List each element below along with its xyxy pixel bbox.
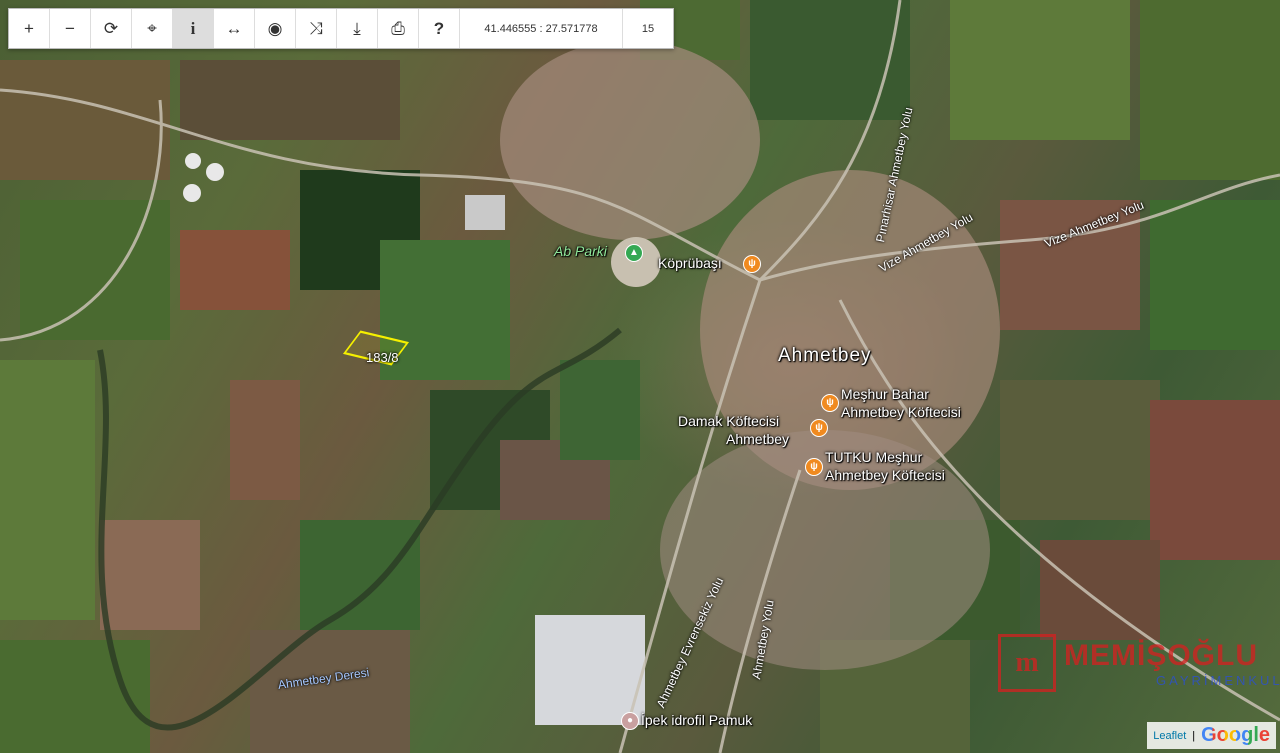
poi-label: Ahmetbey Köftecisi [841,404,961,420]
tank-shape [185,153,201,169]
poi-label: Ahmetbey [726,431,790,447]
parcel-label: 183/8 [366,350,399,365]
tank-shape [183,184,201,202]
download-button[interactable]: ⤓ [337,9,378,48]
brand-logo: m [998,634,1056,692]
shuffle-button[interactable]: ⤨ [296,9,337,48]
road-line [0,99,163,342]
bridge-label: Köprübaşı [658,255,722,271]
map-toolbar: + − ⟳ ⌖ i ↔ ◉ ⤨ ⤓ ⎙ ? 41.446555 : 27.571… [8,8,674,49]
map-attribution: Leaflet | Google [1147,722,1276,749]
locate-button[interactable]: ⌖ [132,9,173,48]
restaurant-icon[interactable]: ψ [743,255,761,273]
restaurant-icon[interactable]: ψ [821,394,839,412]
brand-name: MEMİŞOĞLU [1064,638,1258,672]
leaflet-link[interactable]: Leaflet [1153,730,1186,742]
print-button[interactable]: ⎙ [378,9,419,48]
view-button[interactable]: ◉ [255,9,296,48]
help-button[interactable]: ? [419,9,460,48]
crosshair-icon: ⌖ [147,18,157,38]
poi-label: Damak Köftecisi [678,413,780,429]
park-label: Ab Parki [554,243,607,259]
tank-shape [206,163,224,181]
info-icon: i [190,18,196,38]
road-line [759,173,1280,282]
coordinates-readout: 41.446555 : 27.571778 [460,9,623,48]
google-logo: Google [1201,724,1270,746]
refresh-icon: ⟳ [103,18,119,38]
measure-icon: ↔ [225,18,243,38]
restaurant-icon[interactable]: ψ [805,458,823,476]
brand-subtitle: GAYRİMENKUL [1156,672,1280,688]
download-icon: ⤓ [353,18,361,38]
measure-button[interactable]: ↔ [214,9,255,48]
brand-watermark: m MEMİŞOĞLU GAYRİMENKUL [998,634,1280,692]
poi-label: Ahmetbey Köftecisi [825,467,945,483]
road-line [618,279,762,753]
eye-icon: ◉ [267,18,283,38]
factory-icon[interactable]: ● [621,712,639,730]
park-icon[interactable]: ▲ [625,244,643,262]
zoom-in-button[interactable]: + [9,9,50,48]
help-icon: ? [433,18,445,38]
zoom-out-button[interactable]: − [50,9,91,48]
printer-icon: ⎙ [391,18,405,38]
plus-icon: + [24,18,34,38]
shuffle-icon: ⤨ [309,18,323,38]
refresh-button[interactable]: ⟳ [91,9,132,48]
minus-icon: − [65,18,75,38]
poi-label: Meşhur Bahar [841,386,929,402]
factory-label: İpek idrofil Pamuk [641,712,753,728]
info-button[interactable]: i [173,9,214,48]
town-label: Ahmetbey [778,345,872,366]
separator: | [1192,729,1196,742]
restaurant-icon[interactable]: ψ [810,419,828,437]
zoom-level: 15 [641,22,655,35]
poi-label: TUTKU Meşhur [825,449,923,465]
